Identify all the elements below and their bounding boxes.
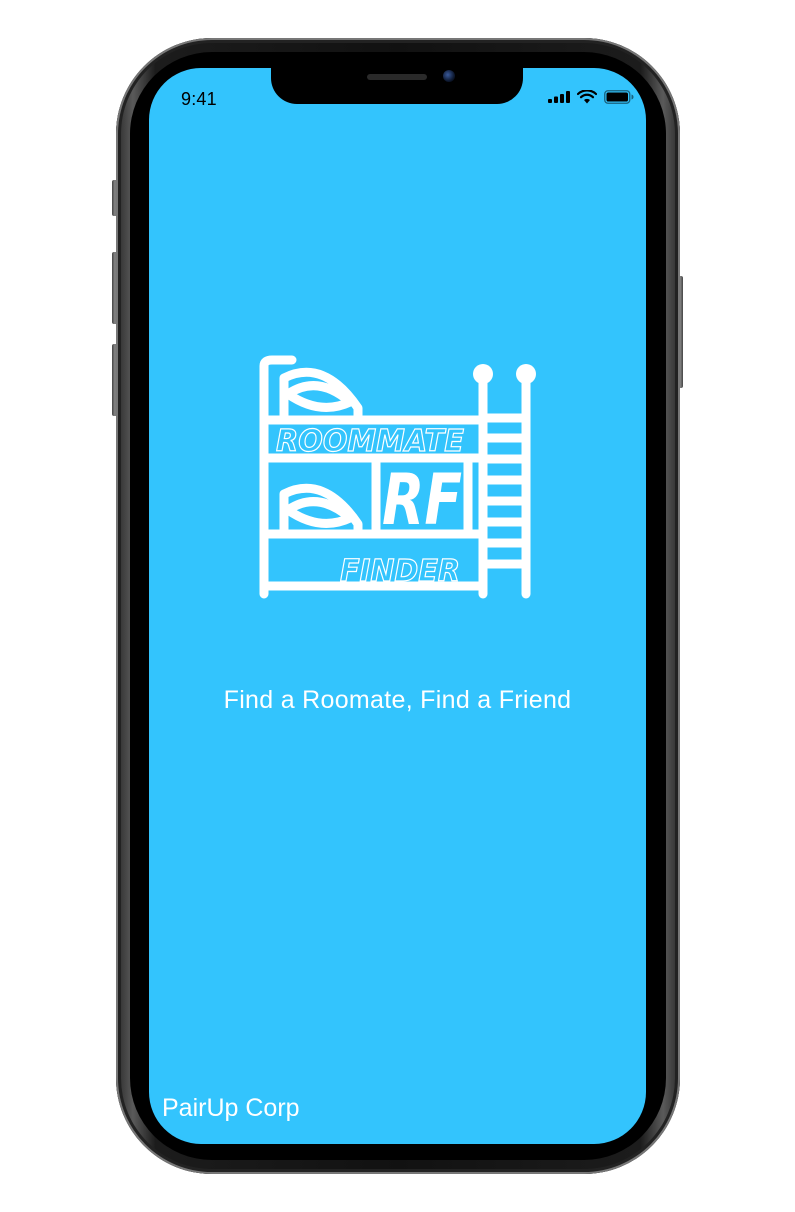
splash-screen: 9:41 ROOMMATE RF FINDER Find a Roomate, … (149, 68, 646, 1144)
earpiece-speaker (367, 74, 427, 80)
tagline: Find a Roomate, Find a Friend (223, 686, 572, 714)
status-icons (548, 90, 634, 104)
device-mockup: 9:41 ROOMMATE RF FINDER Find a Roomate, … (0, 0, 795, 1212)
notch (271, 68, 523, 104)
logo-text-monogram: RF (382, 459, 462, 541)
signal-icon (548, 91, 570, 103)
wifi-icon (577, 90, 597, 104)
battery-icon (604, 90, 634, 104)
logo-text-roommate: ROOMMATE (276, 424, 464, 459)
company-name: PairUp Corp (162, 1094, 300, 1122)
logo-text-finder: FINDER (340, 554, 460, 589)
status-time: 9:41 (181, 89, 217, 109)
front-camera (443, 70, 455, 82)
roommate-finder-logo: ROOMMATE RF FINDER (258, 354, 542, 600)
bunk-bed-logo-icon: ROOMMATE RF FINDER (259, 355, 536, 599)
